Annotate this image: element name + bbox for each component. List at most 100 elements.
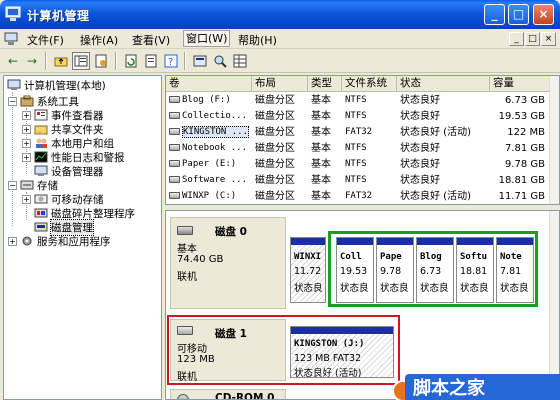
toolbar-separator <box>184 52 186 70</box>
back-arrow-icon[interactable]: ← <box>4 52 22 70</box>
tree-item-services-apps[interactable]: + 服务和应用程序 <box>8 234 111 248</box>
expand-icon[interactable]: + <box>22 138 31 148</box>
collapse-icon[interactable]: − <box>8 180 17 190</box>
forward-arrow-icon[interactable]: → <box>23 52 41 70</box>
services-icon <box>22 236 32 246</box>
tree-item-storage[interactable]: − 存储 <box>8 178 58 192</box>
menu-help[interactable]: 帮助(H) <box>238 32 277 48</box>
table-row[interactable]: Paper (E:) 磁盘分区 基本 NTFS 状态良好 9.78 GB <box>166 157 559 173</box>
expand-icon[interactable]: + <box>8 236 17 246</box>
volume-icon <box>169 128 180 135</box>
close-button[interactable]: × <box>533 4 554 25</box>
cell-type: 基本 <box>311 175 331 186</box>
child-window-controls: _ □ × <box>509 32 556 46</box>
cdrom-0-info[interactable]: CD-ROM 0 <box>170 389 286 400</box>
collapse-icon[interactable]: − <box>8 96 17 106</box>
volume-icon <box>169 192 180 199</box>
cell-layout: 磁盘分区 <box>255 127 295 138</box>
cell-type: 基本 <box>311 191 331 202</box>
properties-icon[interactable] <box>92 52 110 70</box>
watermark: 脚本之家 <box>405 374 560 400</box>
event-viewer-icon <box>34 109 48 121</box>
cell-layout: 磁盘分区 <box>255 95 295 106</box>
volume-icon <box>169 112 180 119</box>
tree-item-system-tools[interactable]: − 系统工具 <box>8 94 79 108</box>
cell-status: 状态良好 <box>400 111 440 122</box>
tree-item-device-manager[interactable]: 设备管理器 <box>34 164 104 178</box>
volume-list-scrollbar[interactable] <box>549 76 559 204</box>
tree-item-removable-storage[interactable]: + 可移动存储 <box>22 192 104 206</box>
column-header-capacity[interactable]: 容量 <box>490 76 551 92</box>
table-row[interactable]: KINGSTON ... 磁盘分区 基本 FAT32 状态良好 (活动) 122 MB <box>166 125 559 141</box>
tree-root[interactable]: 计算机管理(本地) <box>7 78 106 92</box>
table-row[interactable]: Notebook ... 磁盘分区 基本 NTFS 状态良好 7.81 GB <box>166 141 559 157</box>
disk-view-scrollbar[interactable] <box>549 211 559 399</box>
export-list-icon[interactable] <box>142 52 160 70</box>
column-header-layout[interactable]: 布局 <box>252 76 308 92</box>
disk-view-icon[interactable] <box>191 52 209 70</box>
partition-winxp[interactable]: WINXI 11.72 状态良 <box>290 237 326 303</box>
cell-cap: 18.81 GB <box>498 175 545 186</box>
table-row[interactable]: Blog (F:) 磁盘分区 基本 NTFS 状态良好 6.73 GB <box>166 93 559 109</box>
cell-fs: FAT32 <box>345 127 373 137</box>
menu-window[interactable]: 窗口(W) <box>183 30 231 47</box>
menu-view[interactable]: 查看(V) <box>132 32 170 48</box>
maximize-button[interactable]: □ <box>508 4 529 25</box>
minimize-button[interactable]: _ <box>484 4 505 25</box>
cdrom-0-name: CD-ROM 0 <box>215 392 275 400</box>
disk-management-icon <box>34 222 48 232</box>
extended-partition-highlight <box>328 231 538 307</box>
cell-layout: 磁盘分区 <box>255 159 295 170</box>
tree-item-defragmenter[interactable]: 磁盘碎片整理程序 <box>34 206 135 220</box>
title-bar[interactable]: 计算机管理 _ □ × <box>0 0 560 29</box>
svg-text:?: ? <box>168 57 173 68</box>
toolbar-separator <box>45 52 47 70</box>
window-title: 计算机管理 <box>27 9 90 23</box>
disk-0-type: 基本 <box>177 244 197 255</box>
tools-icon <box>20 95 34 107</box>
table-row[interactable]: Collectio... 磁盘分区 基本 NTFS 状态良好 19.53 GB <box>166 109 559 125</box>
tree-item-performance-logs[interactable]: + 性能日志和警报 <box>22 150 125 164</box>
tree-item-event-viewer[interactable]: + 事件查看器 <box>22 108 104 122</box>
cell-cap: 122 MB <box>507 127 545 138</box>
cell-status: 状态良好 <box>400 95 440 106</box>
help-icon[interactable]: ? <box>162 52 180 70</box>
search-icon[interactable] <box>211 52 229 70</box>
cell-layout: 磁盘分区 <box>255 143 295 154</box>
column-header-status[interactable]: 状态 <box>397 76 490 92</box>
column-header-type[interactable]: 类型 <box>308 76 342 92</box>
refresh-icon[interactable] <box>122 52 140 70</box>
cell-status: 状态良好 (活动) <box>400 127 471 138</box>
menu-action[interactable]: 操作(A) <box>80 32 118 48</box>
computer-management-icon <box>7 79 21 90</box>
volume-icon <box>169 176 180 183</box>
device-manager-icon <box>34 165 48 176</box>
expand-icon[interactable]: + <box>22 124 31 134</box>
defrag-icon <box>34 208 48 218</box>
cell-fs: NTFS <box>345 95 367 105</box>
system-menu-icon[interactable] <box>4 32 19 46</box>
disk-graphical-view: 磁盘 0 基本 74.40 GB 联机 WINXI 11.72 状态良 Coll… <box>165 210 560 400</box>
up-folder-icon[interactable] <box>52 52 70 70</box>
column-header-volume[interactable]: 卷 <box>166 76 252 92</box>
child-minimize-button[interactable]: _ <box>509 32 524 46</box>
expand-icon[interactable]: + <box>22 152 31 162</box>
show-tree-icon[interactable] <box>72 52 90 70</box>
menu-file[interactable]: 文件(F) <box>27 32 64 48</box>
tree-item-shared-folders[interactable]: + 共享文件夹 <box>22 122 104 136</box>
cell-cap: 9.78 GB <box>504 159 545 170</box>
cell-vol: Collectio... <box>166 109 252 125</box>
tree-item-local-users[interactable]: + 本地用户和组 <box>22 136 114 150</box>
column-header-filesystem[interactable]: 文件系统 <box>342 76 397 92</box>
table-row[interactable]: Software ... 磁盘分区 基本 NTFS 状态良好 18.81 GB <box>166 173 559 189</box>
expand-icon[interactable]: + <box>22 194 31 204</box>
expand-icon[interactable]: + <box>22 110 31 120</box>
grid-view-icon[interactable] <box>231 52 249 70</box>
cell-fs: NTFS <box>345 175 367 185</box>
child-restore-button[interactable]: □ <box>525 32 540 46</box>
table-row[interactable]: WINXP (C:) 磁盘分区 基本 FAT32 状态良好 (活动) 11.71 GB <box>166 189 559 204</box>
computer-management-icon <box>5 6 21 21</box>
tree-item-disk-management[interactable]: 磁盘管理 <box>34 218 94 236</box>
child-close-button[interactable]: × <box>541 32 556 46</box>
disk-0-info[interactable]: 磁盘 0 基本 74.40 GB 联机 <box>170 217 286 309</box>
